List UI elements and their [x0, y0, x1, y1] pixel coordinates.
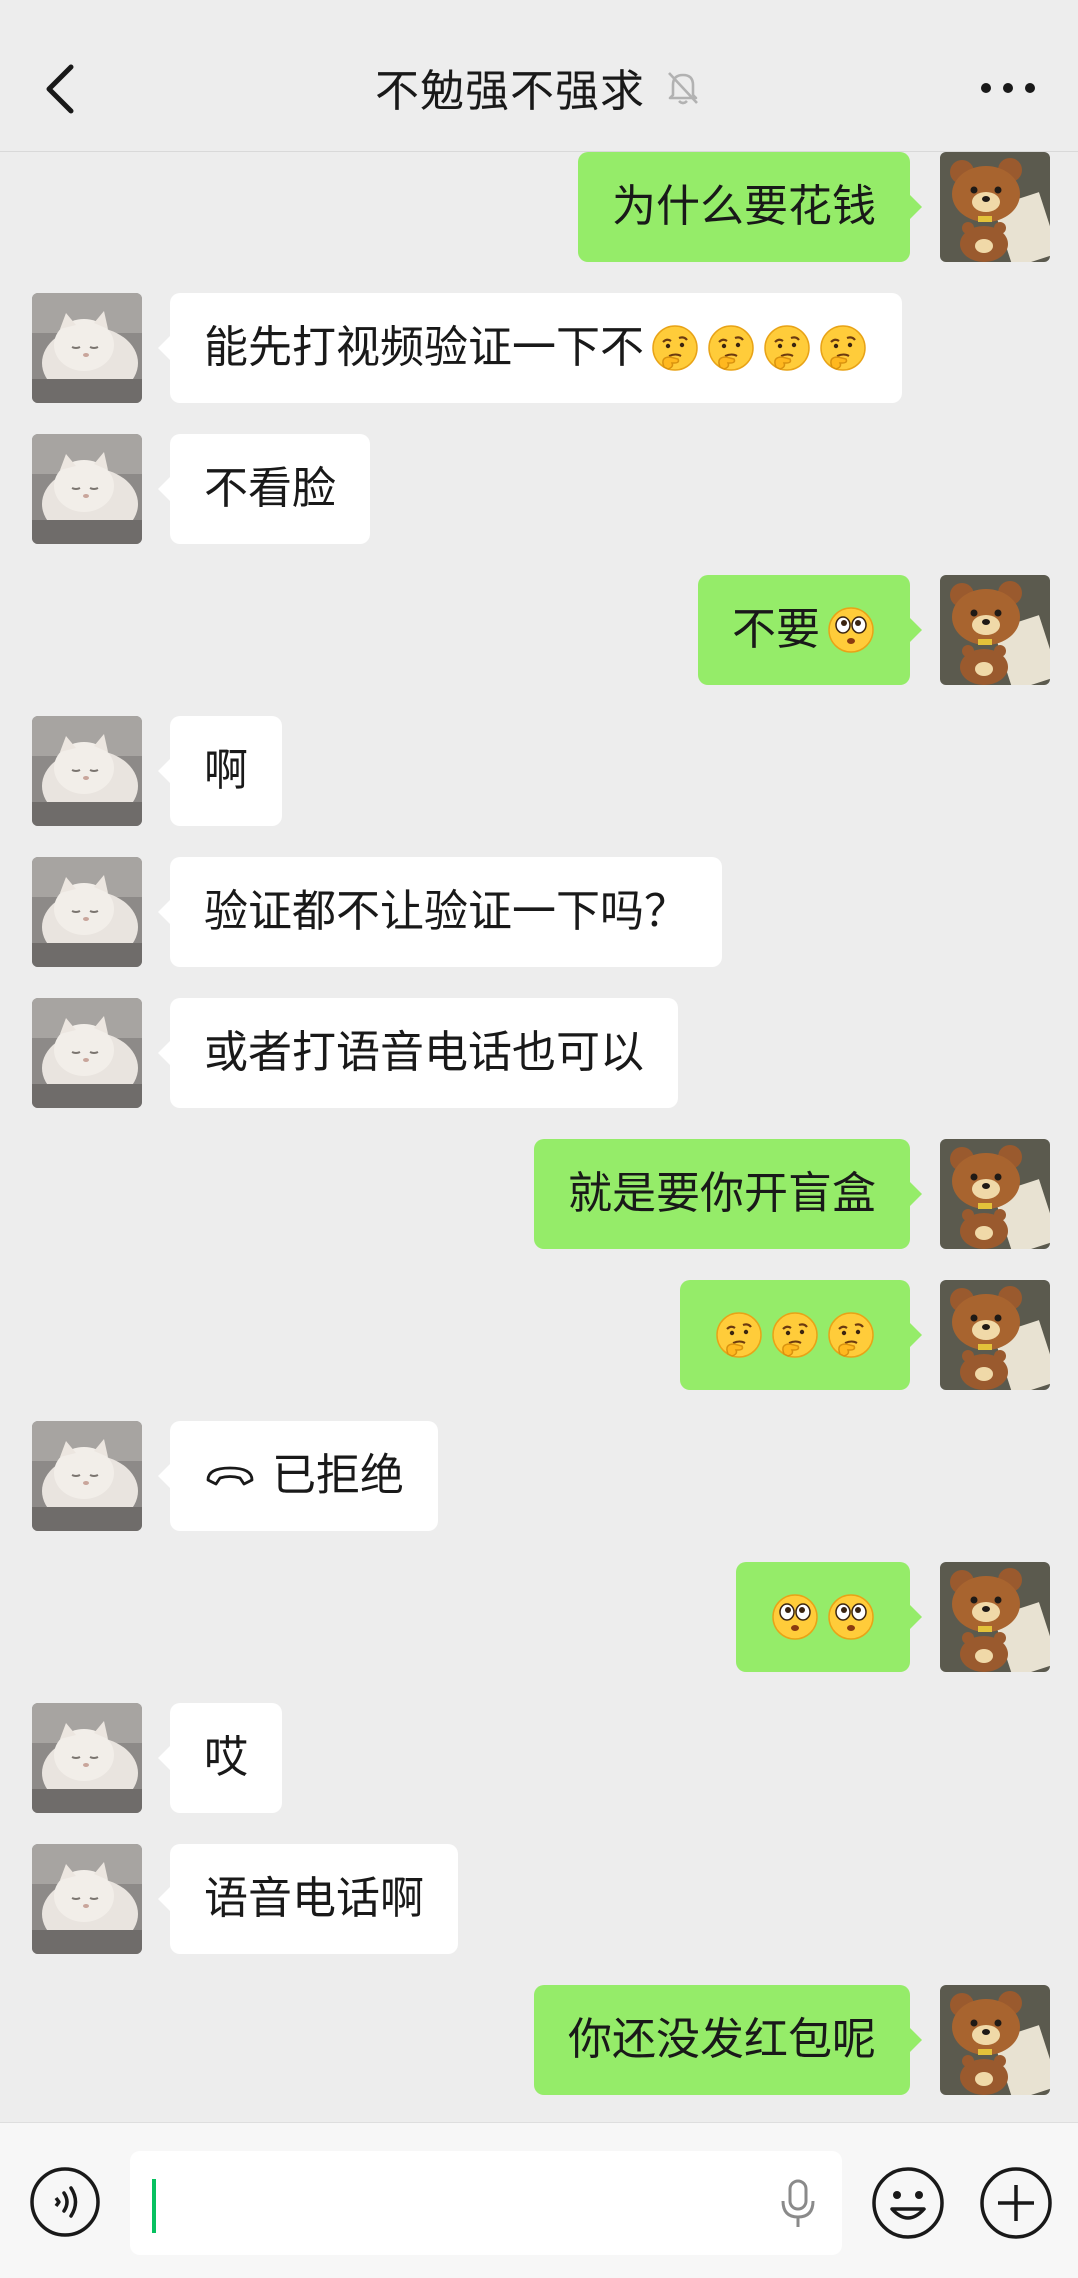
chat-title: 不勉强不强求: [375, 66, 645, 117]
message-list[interactable]: 为什么要花钱 能先打视频验证一下不 不看脸 不要 啊 验证都不让验证一下吗？ 或…: [0, 152, 1078, 2122]
contact-avatar[interactable]: [32, 1703, 142, 1813]
more-functions-button[interactable]: [978, 2165, 1054, 2241]
surprised-emoji-icon: [770, 1592, 820, 1642]
message-row: 不看脸: [0, 434, 1078, 544]
message-row: [0, 1562, 1078, 1672]
contact-avatar[interactable]: [32, 716, 142, 826]
message-text: 能先打视频验证一下不: [204, 322, 644, 373]
message-row: 验证都不让验证一下吗？: [0, 857, 1078, 967]
message-bubble[interactable]: 为什么要花钱: [578, 152, 922, 262]
my-avatar[interactable]: [940, 1280, 1050, 1390]
message-text: 啊: [204, 745, 248, 796]
my-avatar[interactable]: [940, 1562, 1050, 1672]
mic-icon[interactable]: [778, 2177, 818, 2231]
my-avatar[interactable]: [940, 575, 1050, 685]
message-row: 能先打视频验证一下不: [0, 293, 1078, 403]
thinking-emoji-icon: [706, 323, 756, 373]
message-row: 已拒绝: [0, 1421, 1078, 1531]
my-avatar[interactable]: [940, 1139, 1050, 1249]
message-row: 你还没发红包呢: [0, 1985, 1078, 2095]
message-bubble[interactable]: 语音电话啊: [158, 1844, 458, 1954]
message-bubble[interactable]: 验证都不让验证一下吗？: [158, 857, 722, 967]
message-bubble[interactable]: 不看脸: [158, 434, 370, 544]
message-bubble[interactable]: 啊: [158, 716, 282, 826]
message-row: 就是要你开盲盒: [0, 1139, 1078, 1249]
message-text: 哎: [204, 1732, 248, 1783]
message-text: 为什么要花钱: [612, 181, 876, 232]
thinking-emoji-icon: [650, 323, 700, 373]
message-row: 语音电话啊: [0, 1844, 1078, 1954]
message-row: 为什么要花钱: [0, 152, 1078, 262]
more-options-button[interactable]: [968, 60, 1048, 116]
contact-avatar[interactable]: [32, 857, 142, 967]
message-input[interactable]: [130, 2151, 842, 2255]
message-row: 不要: [0, 575, 1078, 685]
message-row: 啊: [0, 716, 1078, 826]
call-status-text: 已拒绝: [272, 1450, 404, 1501]
voice-icon: [30, 2167, 100, 2237]
message-text: 验证都不让验证一下吗？: [204, 886, 688, 937]
chat-header: 不勉强不强求: [0, 0, 1078, 152]
message-text: 你还没发红包呢: [568, 2014, 876, 2065]
surprised-emoji-icon: [826, 1592, 876, 1642]
message-bubble[interactable]: 能先打视频验证一下不: [158, 293, 902, 403]
message-text: 不看脸: [204, 463, 336, 514]
contact-avatar[interactable]: [32, 293, 142, 403]
message-bubble[interactable]: 不要: [698, 575, 922, 685]
message-text: 不要: [732, 604, 820, 655]
message-row: [0, 1280, 1078, 1390]
message-bubble[interactable]: 或者打语音电话也可以: [158, 998, 678, 1108]
message-bubble[interactable]: 就是要你开盲盒: [534, 1139, 922, 1249]
message-bubble[interactable]: [736, 1562, 922, 1672]
surprised-emoji-icon: [826, 605, 876, 655]
my-avatar[interactable]: [940, 152, 1050, 262]
message-text: 就是要你开盲盒: [568, 1168, 876, 1219]
contact-avatar[interactable]: [32, 1421, 142, 1531]
call-record-bubble[interactable]: 已拒绝: [158, 1421, 438, 1531]
contact-avatar[interactable]: [32, 998, 142, 1108]
emoji-icon: [872, 2167, 944, 2239]
more-icon: [981, 83, 1035, 93]
plus-icon: [980, 2167, 1052, 2239]
emoji-button[interactable]: [870, 2165, 946, 2241]
voice-mode-button[interactable]: [28, 2165, 102, 2239]
contact-avatar[interactable]: [32, 1844, 142, 1954]
text-caret: [152, 2179, 156, 2233]
message-row: 或者打语音电话也可以: [0, 998, 1078, 1108]
input-bar: [0, 2122, 1078, 2278]
message-text: 语音电话啊: [204, 1873, 424, 1924]
mute-bell-icon: [668, 72, 698, 105]
contact-avatar[interactable]: [32, 434, 142, 544]
phone-hangup-icon: [206, 1466, 254, 1486]
message-text: 或者打语音电话也可以: [204, 1027, 644, 1078]
title-group: 不勉强不强求: [0, 52, 1078, 122]
thinking-emoji-icon: [714, 1310, 764, 1360]
message-row: 哎: [0, 1703, 1078, 1813]
message-bubble[interactable]: 哎: [158, 1703, 282, 1813]
thinking-emoji-icon: [770, 1310, 820, 1360]
thinking-emoji-icon: [818, 323, 868, 373]
thinking-emoji-icon: [762, 323, 812, 373]
my-avatar[interactable]: [940, 1985, 1050, 2095]
message-bubble[interactable]: 你还没发红包呢: [534, 1985, 922, 2095]
thinking-emoji-icon: [826, 1310, 876, 1360]
message-bubble[interactable]: [680, 1280, 922, 1390]
